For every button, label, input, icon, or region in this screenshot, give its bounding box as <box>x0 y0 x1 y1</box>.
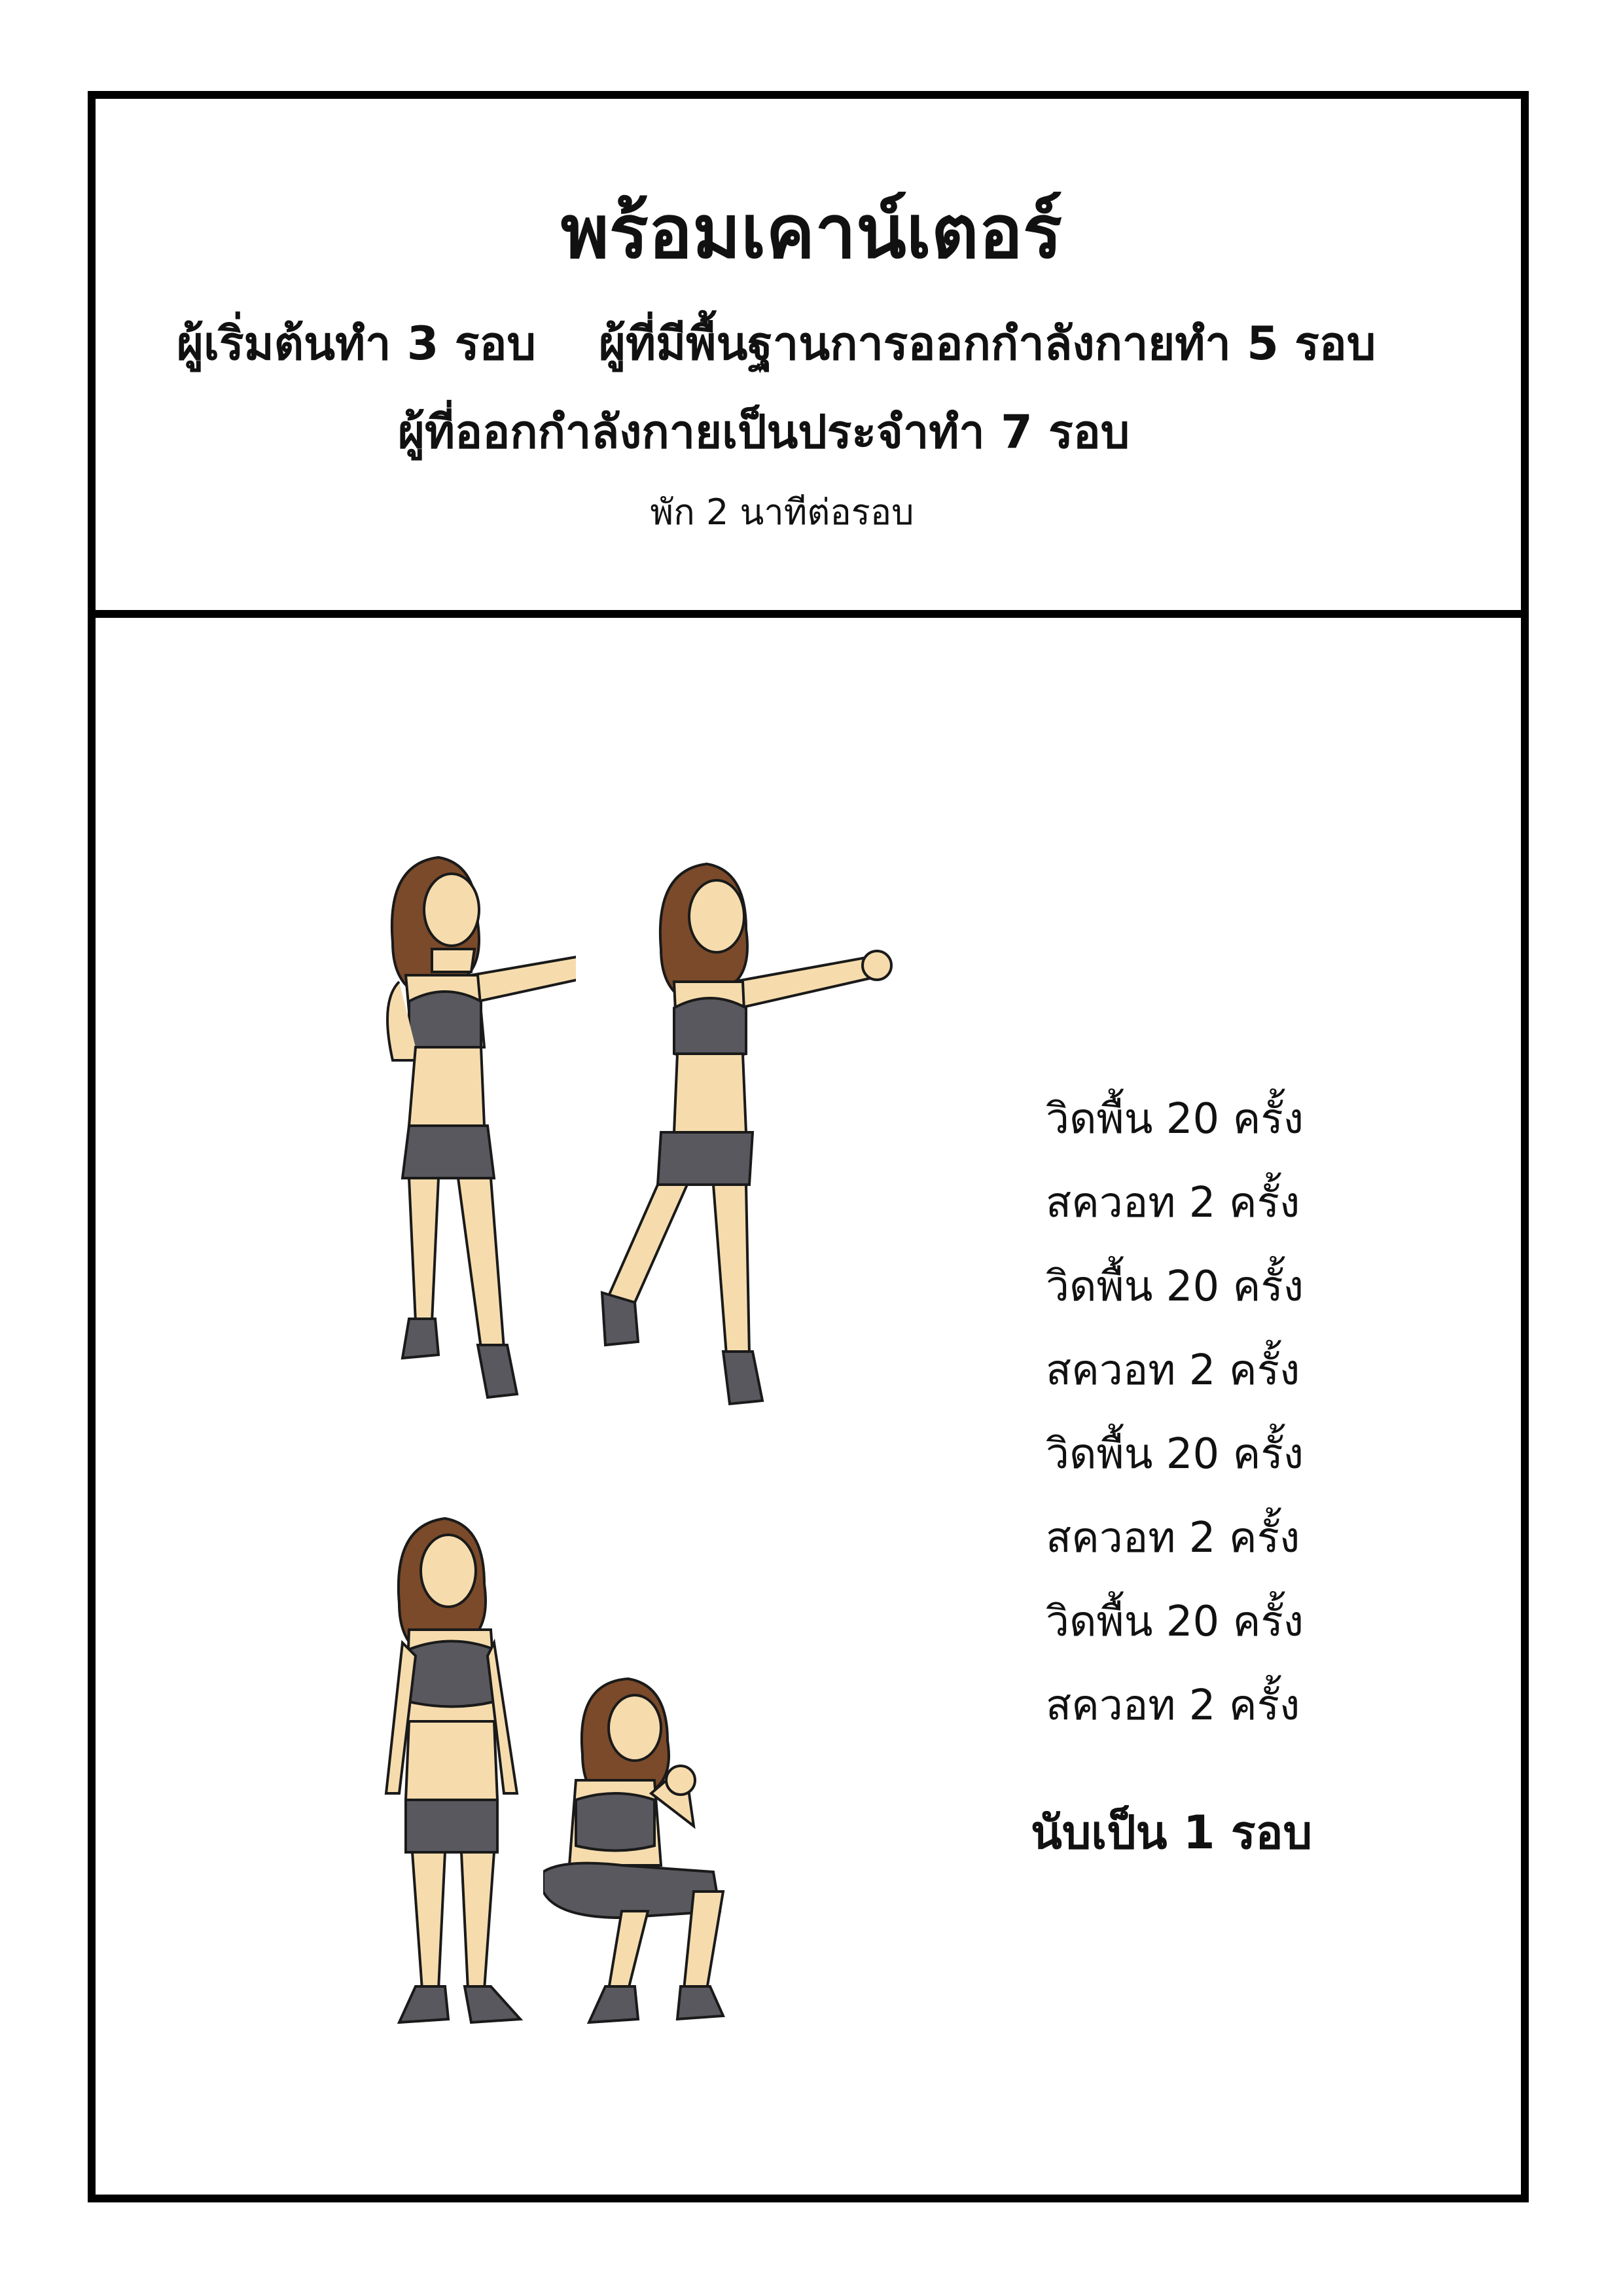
round-summary: นับเป็น 1 รอบ <box>1031 1806 1313 1859</box>
intermediate-rounds: ผู้ที่มีพื้นฐานการออกกำลังกายทำ 5 รอบ <box>599 317 1376 370</box>
punch-figure-2-illustration <box>589 857 897 1433</box>
list-item: วิดพื้น 20 ครั้ง <box>1046 1263 1304 1311</box>
list-item: วิดพื้น 20 ครั้ง <box>1046 1095 1304 1143</box>
rest-note: พัก 2 นาทีต่อรอบ <box>650 492 914 533</box>
squat-low-illustration <box>543 1676 740 2042</box>
header-divider <box>88 610 1529 618</box>
list-item: สควอท 2 ครั้ง <box>1046 1346 1300 1395</box>
page-title: พร้อมเคาน์เตอร์ <box>560 189 1063 275</box>
beginner-rounds: ผู้เริ่มต้นทำ 3 รอบ <box>177 317 536 370</box>
exercise-list: วิดพื้น 20 ครั้ง สควอท 2 ครั้ง วิดพื้น 2… <box>1046 1086 1304 1757</box>
list-item: วิดพื้น 20 ครั้ง <box>1046 1598 1304 1646</box>
list-item: วิดพื้น 20 ครั้ง <box>1046 1430 1304 1479</box>
list-item: สควอท 2 ครั้ง <box>1046 1179 1300 1227</box>
list-item: สควอท 2 ครั้ง <box>1046 1514 1300 1562</box>
squat-standing-illustration <box>373 1512 556 2036</box>
punch-figure-illustration <box>347 851 576 1440</box>
regular-rounds: ผู้ที่ออกกำลังกายเป็นประจำทำ 7 รอบ <box>398 405 1130 459</box>
list-item: สควอท 2 ครั้ง <box>1046 1681 1300 1730</box>
